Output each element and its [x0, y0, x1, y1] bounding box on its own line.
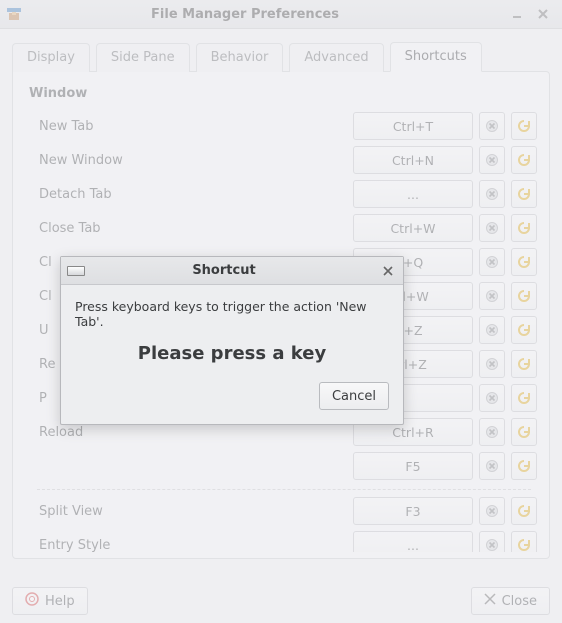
dialog-title: Shortcut	[69, 263, 379, 278]
dialog-prompt: Please press a key	[75, 343, 389, 364]
dialog-close-button[interactable]	[379, 262, 397, 280]
dialog-body: Press keyboard keys to trigger the actio…	[61, 285, 403, 424]
cancel-label: Cancel	[332, 389, 376, 404]
shortcut-dialog: Shortcut Press keyboard keys to trigger …	[60, 256, 404, 425]
dialog-message: Press keyboard keys to trigger the actio…	[75, 299, 389, 329]
dialog-titlebar: Shortcut	[61, 257, 403, 285]
cancel-button[interactable]: Cancel	[319, 382, 389, 410]
